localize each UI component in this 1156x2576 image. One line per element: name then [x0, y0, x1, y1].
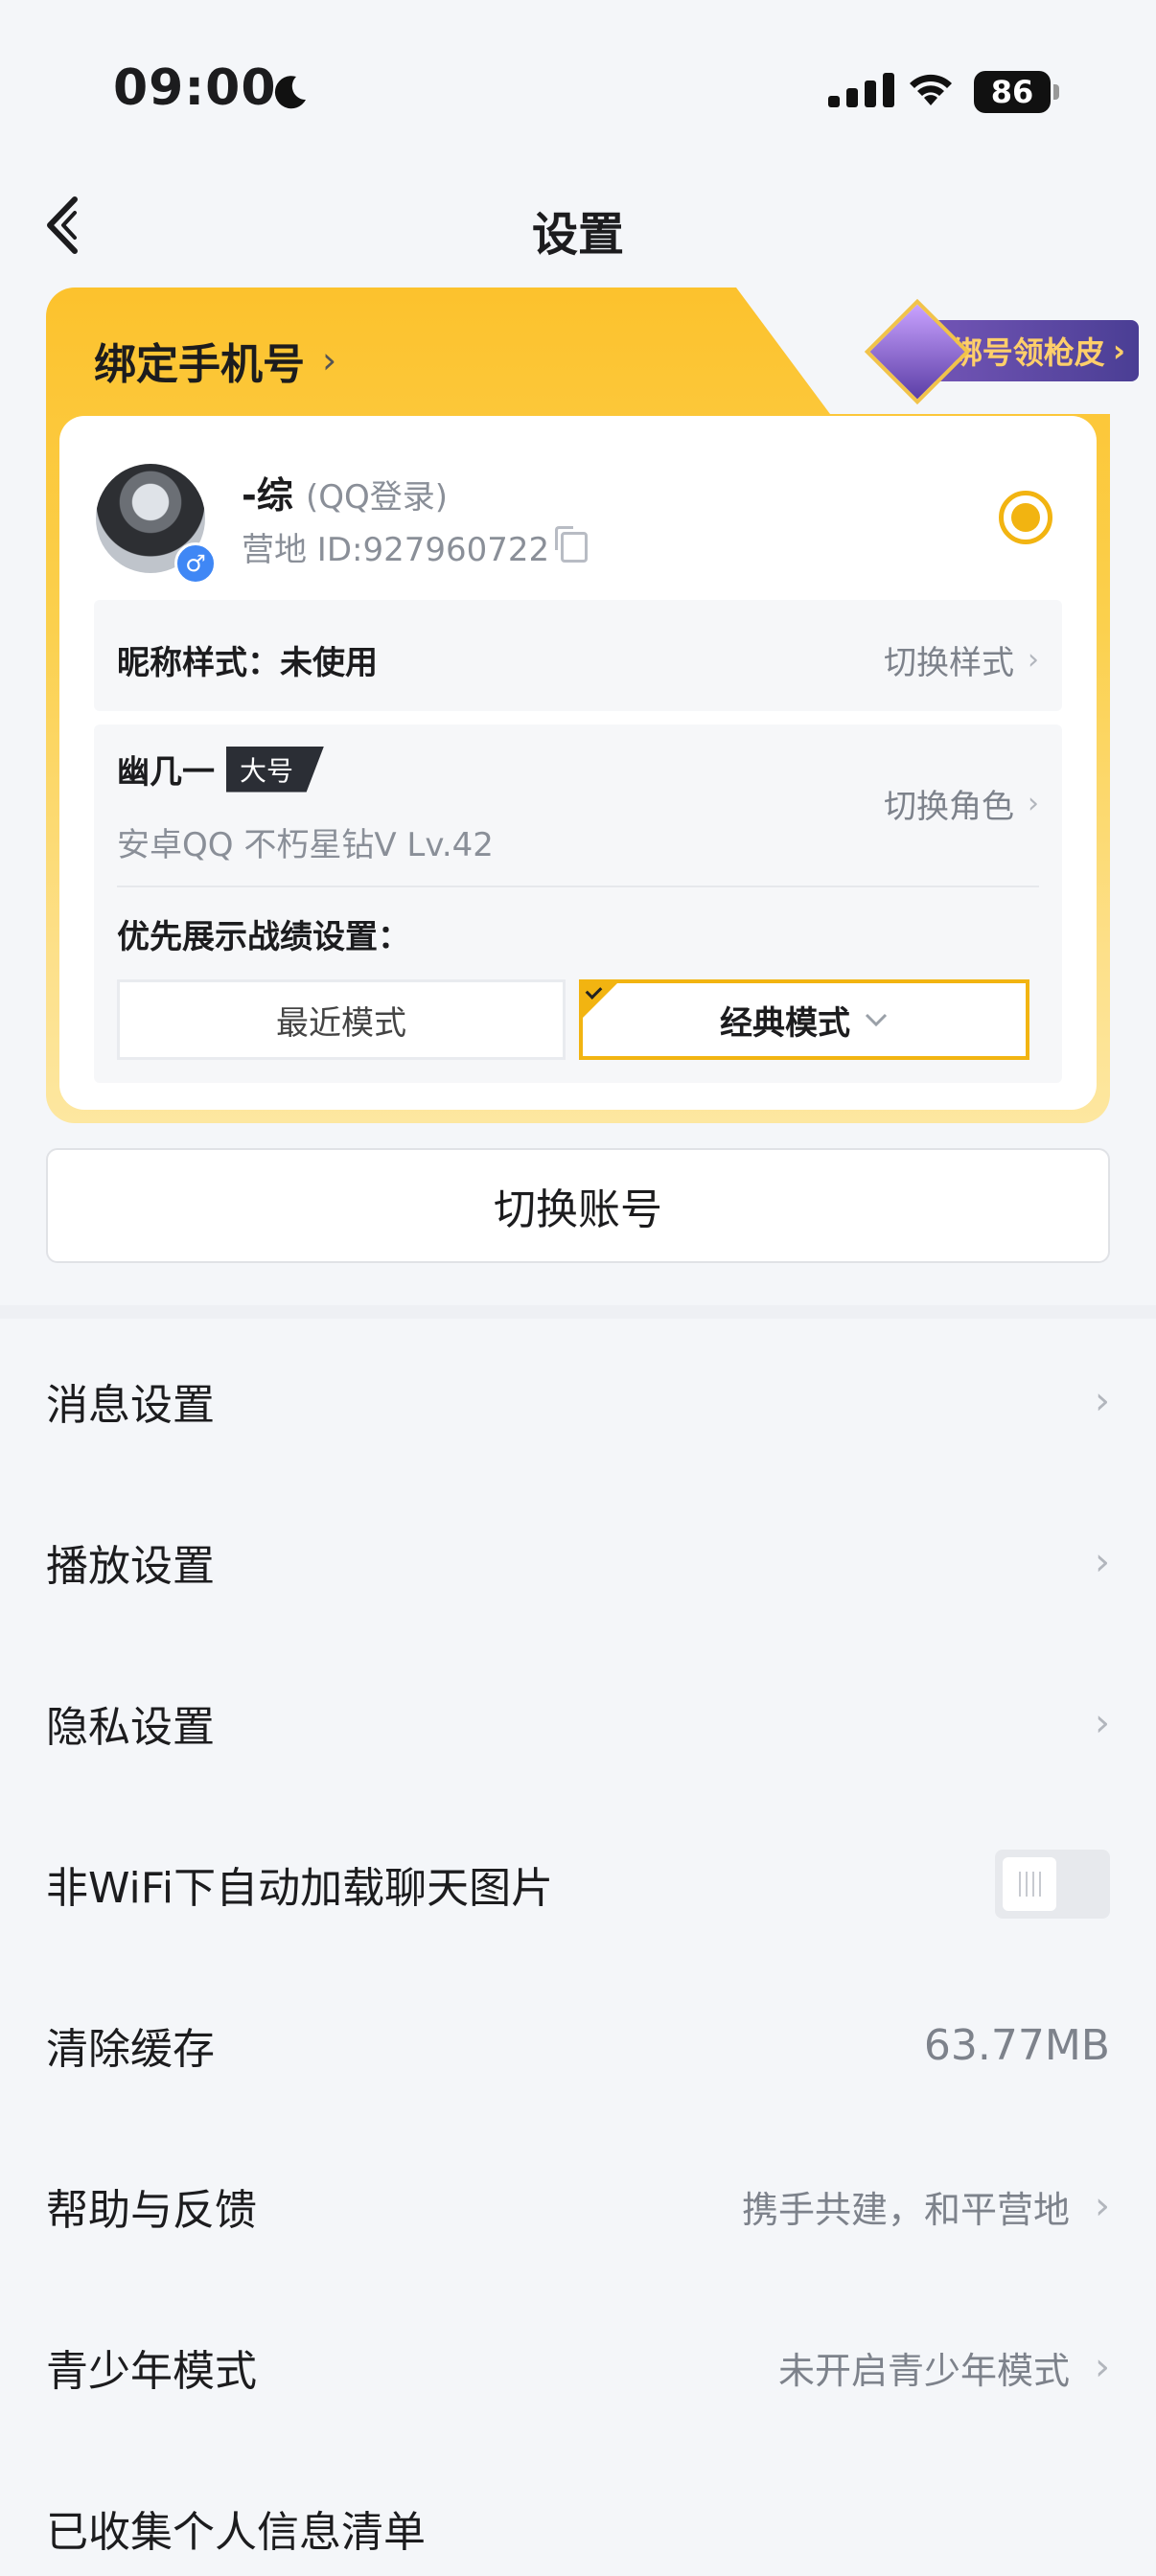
promo-banner[interactable]: 绑号领枪皮 ›: [864, 298, 1139, 405]
clear-cache-item[interactable]: 清除缓存 63.77MB: [46, 1997, 1110, 2093]
chevron-right-icon: ›: [1095, 1540, 1110, 1584]
record-preference-label: 优先展示战绩设置：: [117, 918, 410, 956]
chevron-right-icon: ›: [1095, 1379, 1110, 1423]
help-feedback-value: 携手共建，和平营地: [741, 2188, 1070, 2231]
male-gender-icon: ♂: [174, 542, 217, 585]
playback-settings-item[interactable]: 播放设置 ›: [46, 1514, 1110, 1610]
chevron-right-icon: ›: [1095, 2345, 1110, 2389]
account-card: 绑定手机号 › 绑号领枪皮 › ♂ -综 (QQ登录) 营地 ID:927960…: [46, 288, 1139, 1123]
recent-mode-button[interactable]: 最近模式: [117, 979, 566, 1060]
moon-icon: [274, 76, 306, 109]
privacy-settings-item[interactable]: 隐私设置 ›: [46, 1675, 1110, 1771]
chevron-right-icon: ›: [1095, 1701, 1110, 1745]
nickname-style-label: 昵称样式：未使用: [117, 644, 378, 682]
switch-role-link[interactable]: 切换角色 ›: [884, 780, 1039, 827]
auto-load-images-toggle[interactable]: [995, 1850, 1110, 1919]
camp-id: 营地 ID:927960722: [242, 531, 550, 569]
status-bar: 09:00 86: [0, 0, 1156, 182]
role-name-row: 幽几一 大号: [117, 746, 325, 793]
camp-id-row: 营地 ID:927960722: [242, 523, 589, 570]
classic-mode-button[interactable]: 经典模式: [579, 979, 1029, 1060]
bind-phone-link[interactable]: 绑定手机号 ›: [94, 330, 336, 391]
switch-account-button[interactable]: 切换账号: [46, 1148, 1110, 1263]
switch-style-label: 切换样式: [884, 644, 1014, 682]
account-details: ♂ -综 (QQ登录) 营地 ID:927960722 昵称样式：未使用 切换样…: [59, 416, 1097, 1110]
page-title: 设置: [531, 208, 624, 262]
role-tag: 大号: [226, 746, 325, 793]
auto-load-images-item: 非WiFi下自动加载聊天图片: [46, 1836, 1110, 1932]
chevron-right-icon: ›: [1112, 333, 1125, 369]
personal-info-list-item[interactable]: 已收集个人信息清单: [46, 2480, 1110, 2576]
cache-size: 63.77MB: [923, 2020, 1110, 2070]
divider: [117, 886, 1039, 887]
chevron-right-icon: ›: [322, 339, 337, 381]
message-settings-item[interactable]: 消息设置 ›: [46, 1353, 1110, 1449]
battery-indicator: 86: [974, 71, 1059, 113]
checkmark-icon: [583, 983, 617, 1018]
teen-mode-value: 未开启青少年模式: [777, 2349, 1070, 2392]
promo-label: 绑号领枪皮: [951, 334, 1105, 371]
user-name: -综 (QQ登录): [242, 474, 449, 517]
help-feedback-item[interactable]: 帮助与反馈 携手共建，和平营地 ›: [46, 2158, 1110, 2254]
divider: [0, 1305, 1156, 1319]
switch-role-label: 切换角色: [884, 788, 1014, 826]
role-meta: 安卓QQ 不朽星钻V Lv.42: [117, 826, 494, 864]
login-type: (QQ登录): [306, 478, 449, 517]
cellular-signal-icon: [828, 73, 894, 107]
wifi-icon: [910, 74, 952, 105]
chevron-down-icon: [865, 1013, 888, 1027]
status-time: 09:00: [113, 59, 277, 117]
copy-icon[interactable]: [555, 525, 589, 563]
nickname-style-row[interactable]: 昵称样式：未使用 切换样式 ›: [94, 600, 1062, 711]
chevron-right-icon: ›: [1095, 2184, 1110, 2228]
role-name: 幽几一: [117, 753, 215, 792]
teen-mode-item[interactable]: 青少年模式 未开启青少年模式 ›: [46, 2319, 1110, 2415]
chevron-right-icon: ›: [1028, 787, 1039, 820]
chevron-right-icon: ›: [1028, 643, 1039, 677]
bind-phone-label: 绑定手机号: [94, 340, 305, 389]
role-section: 幽几一 大号 安卓QQ 不朽星钻V Lv.42 切换角色 › 优先展示战绩设置：…: [94, 724, 1062, 1083]
account-selected-radio[interactable]: [999, 491, 1052, 544]
